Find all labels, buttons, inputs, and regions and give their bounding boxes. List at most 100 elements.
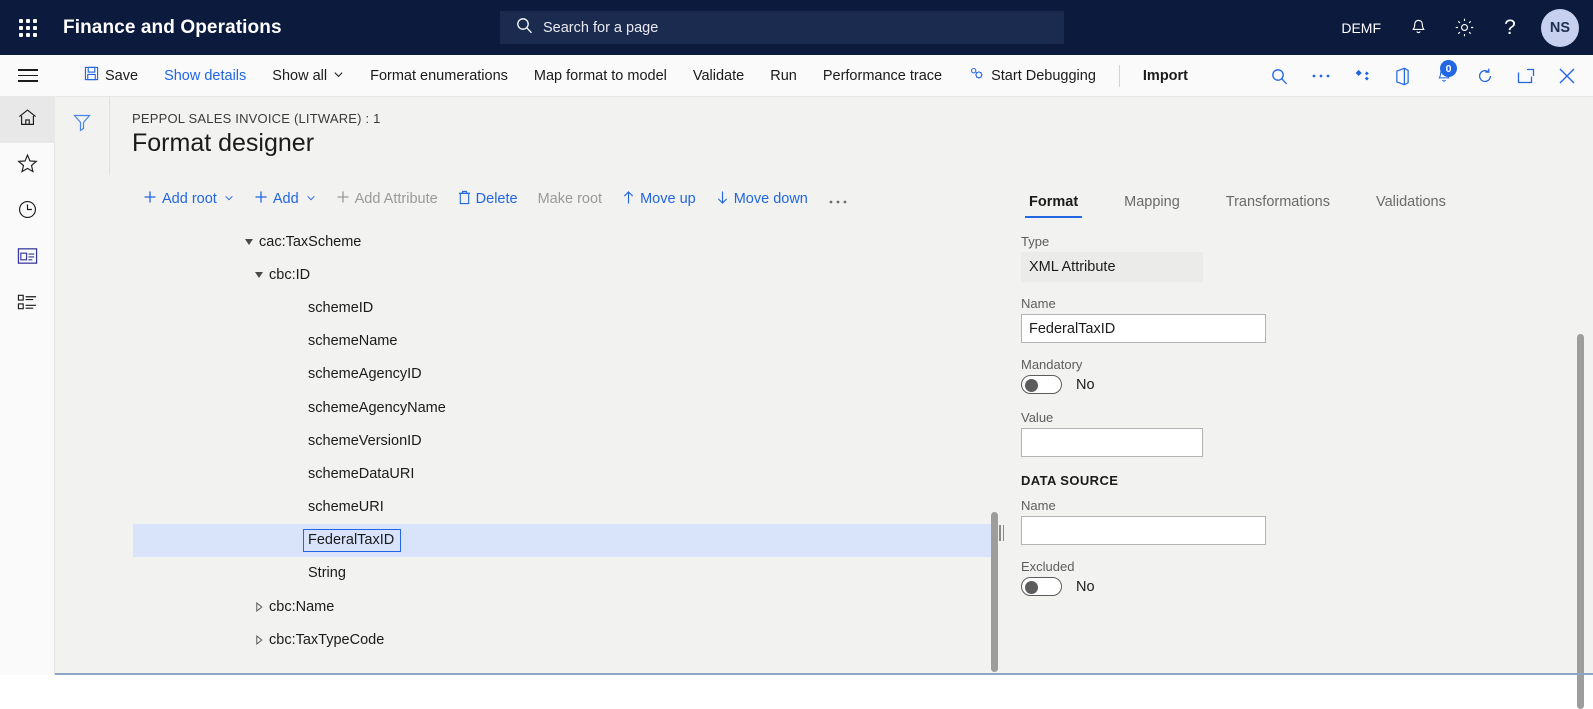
open-in-new-window-icon[interactable] <box>1505 55 1546 97</box>
bell-icon[interactable] <box>1395 0 1441 55</box>
sidebar-item-workspaces[interactable] <box>0 235 55 281</box>
plus-icon <box>254 190 268 208</box>
format-tree[interactable]: cac:TaxScheme cbc:ID schemeID schemeName… <box>133 225 993 675</box>
add-button[interactable]: Add <box>244 182 326 216</box>
gear-icon[interactable] <box>1441 0 1487 55</box>
value-label: Value <box>1021 410 1593 425</box>
value-input[interactable] <box>1021 428 1203 457</box>
app-launcher-icon[interactable] <box>0 0 55 55</box>
tree-node-label: cac:TaxScheme <box>259 234 361 250</box>
refresh-icon[interactable] <box>1464 55 1505 97</box>
sidebar-item-favorites[interactable] <box>0 143 55 189</box>
type-label: Type <box>1021 234 1593 249</box>
tree-node-label: schemeDataURI <box>308 466 414 482</box>
collapsed-twisty-icon[interactable] <box>249 635 269 645</box>
map-format-to-model-button[interactable]: Map format to model <box>521 55 680 97</box>
sidebar-item-home[interactable] <box>0 97 55 143</box>
close-x-icon[interactable] <box>1546 55 1587 97</box>
modules-list-icon <box>17 293 38 316</box>
tree-node-label: cbc:TaxTypeCode <box>269 632 384 648</box>
tree-node-label: String <box>308 565 346 581</box>
expanded-twisty-icon[interactable] <box>239 237 259 247</box>
mandatory-value: No <box>1076 377 1095 393</box>
start-debugging-button[interactable]: Start Debugging <box>955 55 1109 97</box>
data-source-name-input[interactable] <box>1021 516 1266 545</box>
validate-button[interactable]: Validate <box>680 55 757 97</box>
excluded-toggle-row: No <box>1021 577 1593 596</box>
tree-node-label: schemeName <box>308 333 397 349</box>
hamburger-icon[interactable] <box>0 55 55 97</box>
hamburger-lines <box>18 65 38 86</box>
show-all-label: Show all <box>272 68 327 84</box>
table-row[interactable]: schemeDataURI <box>133 457 993 490</box>
global-search-input[interactable]: Search for a page <box>500 11 1064 44</box>
excluded-toggle[interactable] <box>1021 577 1062 596</box>
table-row[interactable]: schemeAgencyID <box>133 358 993 391</box>
performance-trace-button[interactable]: Performance trace <box>810 55 955 97</box>
avatar[interactable]: NS <box>1541 9 1579 47</box>
sidebar-item-modules[interactable] <box>0 281 55 327</box>
plus-icon <box>143 190 157 208</box>
page-body: PEPPOL SALES INVOICE (LITWARE) : 1 Forma… <box>55 97 1593 675</box>
question-mark-icon[interactable]: ? <box>1487 0 1533 55</box>
name-input[interactable]: FederalTaxID <box>1021 314 1266 343</box>
properties-vertical-scrollbar[interactable] <box>1577 334 1584 709</box>
tab-transformations[interactable]: Transformations <box>1218 194 1338 218</box>
show-all-button[interactable]: Show all <box>259 55 357 97</box>
type-value: XML Attribute <box>1021 252 1203 282</box>
properties-tabs: Format Mapping Transformations Validatio… <box>963 182 1593 218</box>
add-root-button[interactable]: Add root <box>133 182 244 216</box>
save-button[interactable]: Save <box>71 55 151 97</box>
excluded-label: Excluded <box>1021 559 1593 574</box>
move-down-button[interactable]: Move down <box>706 182 818 216</box>
table-row[interactable]: cac:TaxScheme <box>133 225 993 258</box>
ellipsis-icon[interactable] <box>1300 55 1341 97</box>
excluded-value: No <box>1076 579 1095 595</box>
plus-icon <box>336 190 350 208</box>
tab-format[interactable]: Format <box>1021 194 1086 218</box>
tree-node-label: schemeAgencyName <box>308 400 446 416</box>
sidebar-item-recent[interactable] <box>0 189 55 235</box>
collapsed-twisty-icon[interactable] <box>249 602 269 612</box>
notifications-icon[interactable]: 0 <box>1423 55 1464 97</box>
filter-funnel-icon[interactable] <box>55 97 110 175</box>
import-button[interactable]: Import <box>1130 55 1201 97</box>
table-row[interactable]: schemeID <box>133 291 993 324</box>
tree-toolbar: Add root Add Add Attribute Delete <box>133 182 858 216</box>
delete-button[interactable]: Delete <box>448 182 528 216</box>
make-root-button: Make root <box>528 182 612 216</box>
format-enumerations-button[interactable]: Format enumerations <box>357 55 521 97</box>
table-row[interactable]: cbc:Name <box>133 590 993 623</box>
tree-node-name-editor[interactable]: FederalTaxID <box>303 529 401 553</box>
move-up-button[interactable]: Move up <box>612 182 706 216</box>
notification-count-badge: 0 <box>1440 60 1457 77</box>
table-row[interactable]: String <box>133 557 993 590</box>
table-row[interactable]: schemeName <box>133 325 993 358</box>
save-disk-icon <box>84 66 99 85</box>
office-app-icon[interactable] <box>1382 55 1423 97</box>
share-diamond-icon[interactable] <box>1341 55 1382 97</box>
table-row[interactable]: schemeAgencyName <box>133 391 993 424</box>
arrow-down-icon <box>716 190 729 209</box>
table-row-selected[interactable]: FederalTaxID <box>133 524 993 557</box>
table-row[interactable]: schemeVersionID <box>133 424 993 457</box>
chevron-down-icon <box>333 68 344 84</box>
mandatory-toggle[interactable] <box>1021 375 1062 394</box>
search-icon[interactable] <box>1259 55 1300 97</box>
delete-label: Delete <box>476 191 518 207</box>
add-label: Add <box>273 191 299 207</box>
tab-mapping[interactable]: Mapping <box>1116 194 1188 218</box>
tree-overflow-button[interactable] <box>818 182 858 216</box>
recent-clock-icon <box>17 199 38 225</box>
table-row[interactable]: schemeURI <box>133 491 993 524</box>
company-selector[interactable]: DEMF <box>1327 20 1395 36</box>
search-icon <box>516 17 533 39</box>
tree-node-label: cbc:ID <box>269 267 310 283</box>
mandatory-toggle-row: No <box>1021 375 1593 394</box>
table-row[interactable]: cbc:ID <box>133 258 993 291</box>
expanded-twisty-icon[interactable] <box>249 270 269 280</box>
show-details-button[interactable]: Show details <box>151 55 259 97</box>
table-row[interactable]: cbc:TaxTypeCode <box>133 623 993 656</box>
run-button[interactable]: Run <box>757 55 810 97</box>
tab-validations[interactable]: Validations <box>1368 194 1454 218</box>
